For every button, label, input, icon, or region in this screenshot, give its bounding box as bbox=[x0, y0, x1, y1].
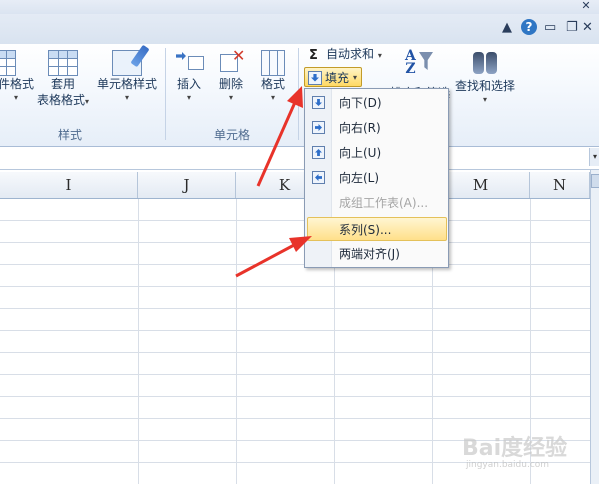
conditional-format-label: 件格式 bbox=[0, 77, 34, 91]
menu-item-fill-left[interactable]: 向左(L) bbox=[306, 166, 447, 190]
cell-styles-label: 单元格样式 bbox=[96, 77, 157, 91]
insert-icon bbox=[174, 48, 204, 76]
title-bar: ✕ bbox=[0, 0, 599, 14]
menu-item-label: 向左(L) bbox=[339, 171, 380, 185]
menu-item-label: 两端对齐(J) bbox=[339, 247, 400, 261]
format-cells-button[interactable]: 格式 ▾ bbox=[256, 48, 290, 104]
group-separator bbox=[165, 48, 166, 140]
fill-right-icon bbox=[312, 121, 325, 134]
conditional-format-icon bbox=[0, 50, 16, 76]
chevron-down-icon: ▾ bbox=[124, 93, 129, 102]
find-select-label: 查找和选择 bbox=[454, 79, 515, 93]
formula-bar[interactable] bbox=[0, 147, 599, 170]
minimize-ribbon-icon[interactable]: ▲ bbox=[502, 20, 512, 36]
menu-item-justify[interactable]: 两端对齐(J) bbox=[306, 242, 447, 266]
menu-item-label: 向右(R) bbox=[339, 121, 381, 135]
cell-styles-icon bbox=[112, 50, 142, 76]
baidu-watermark: Bai度经验 jingyan.baidu.com bbox=[462, 430, 594, 480]
grid-line bbox=[138, 199, 139, 484]
menu-item-series[interactable]: 系列(S)... bbox=[307, 217, 447, 241]
menu-item-fill-up[interactable]: 向上(U) bbox=[306, 141, 447, 165]
fill-button[interactable]: 填充 ▾ bbox=[304, 67, 362, 87]
column-header-j[interactable]: J bbox=[138, 172, 236, 198]
column-header-i[interactable]: I bbox=[0, 172, 138, 198]
fill-label: 填充 bbox=[325, 71, 350, 85]
menu-item-label: 系列(S)... bbox=[339, 223, 392, 237]
menu-item-label: 向上(U) bbox=[339, 146, 382, 160]
format-as-table-button[interactable]: 套用 表格格式▾ bbox=[34, 50, 92, 108]
chevron-down-icon: ▾ bbox=[13, 93, 18, 102]
chevron-down-icon: ▾ bbox=[85, 97, 90, 106]
chevron-down-icon: ▾ bbox=[270, 93, 275, 102]
chevron-down-icon: ▾ bbox=[228, 93, 233, 102]
format-as-table-label-line2: 表格格式 bbox=[36, 93, 85, 107]
conditional-format-button[interactable]: 件格式 ▾ bbox=[0, 50, 36, 104]
close-window-button[interactable]: ✕ bbox=[578, 0, 594, 12]
menu-item-fill-down[interactable]: 向下(D) bbox=[306, 91, 447, 115]
insert-cells-button[interactable]: 插入 ▾ bbox=[172, 48, 206, 104]
insert-label: 插入 bbox=[176, 77, 201, 91]
menu-item-label: 向下(D) bbox=[339, 96, 382, 110]
cell-styles-button[interactable]: 单元格样式 ▾ bbox=[95, 50, 159, 104]
scrollbar-thumb[interactable] bbox=[591, 174, 599, 188]
sort-filter-button[interactable]: AZ bbox=[398, 48, 438, 78]
fill-left-icon bbox=[312, 171, 325, 184]
format-icon bbox=[258, 48, 288, 76]
sort-filter-icon: AZ bbox=[403, 48, 433, 78]
restore-down-icon[interactable]: ❐ bbox=[566, 20, 578, 36]
delete-icon: ✕ bbox=[216, 48, 246, 76]
help-icon[interactable]: ? bbox=[521, 19, 537, 35]
autosum-label: 自动求和 bbox=[326, 47, 375, 61]
format-as-table-label-line1: 套用 bbox=[50, 77, 75, 91]
menu-item-across-worksheets: 成组工作表(A)... bbox=[306, 191, 447, 215]
chevron-down-icon: ▾ bbox=[482, 95, 487, 104]
watermark-text: Bai度经验 bbox=[462, 436, 568, 461]
watermark-url: jingyan.baidu.com bbox=[466, 460, 550, 470]
fill-dropdown-menu: 向下(D) 向右(R) 向上(U) 向左(L) 成组工作表(A)... 系列(S… bbox=[304, 88, 449, 268]
delete-cells-button[interactable]: ✕ 删除 ▾ bbox=[214, 48, 248, 104]
menu-item-fill-right[interactable]: 向右(R) bbox=[306, 116, 447, 140]
autosum-button[interactable]: 自动求和 ▾ bbox=[326, 45, 382, 63]
close-workbook-icon[interactable]: ✕ bbox=[582, 20, 593, 36]
chevron-down-icon: ▾ bbox=[353, 73, 358, 82]
fill-down-icon bbox=[308, 70, 322, 85]
restore-window-icon[interactable]: ▭ bbox=[544, 20, 556, 36]
find-select-button[interactable]: 查找和选择 ▾ bbox=[452, 48, 518, 106]
group-separator bbox=[298, 48, 299, 140]
binoculars-icon bbox=[470, 48, 500, 78]
formula-expand-icon[interactable]: ▾ bbox=[589, 148, 599, 166]
format-label: 格式 bbox=[260, 77, 285, 91]
chevron-down-icon: ▾ bbox=[186, 93, 191, 102]
autosum-icon: Σ bbox=[309, 48, 318, 63]
format-as-table-icon bbox=[48, 50, 78, 76]
ribbon: 件格式 ▾ 套用 表格格式▾ 单元格样式 ▾ 样式 插入 ▾ ✕ 删除 ▾ 格式… bbox=[0, 44, 599, 147]
styles-group-label: 样式 bbox=[57, 128, 82, 142]
cells-group-label: 单元格 bbox=[213, 128, 250, 142]
delete-label: 删除 bbox=[218, 77, 243, 91]
column-header-row: I J K L M N bbox=[0, 172, 590, 199]
fill-down-icon bbox=[312, 96, 325, 109]
column-header-n[interactable]: N bbox=[530, 172, 590, 198]
fill-up-icon bbox=[312, 146, 325, 159]
grid-line bbox=[236, 199, 237, 484]
chevron-down-icon: ▾ bbox=[377, 51, 382, 60]
menu-item-label: 成组工作表(A)... bbox=[339, 196, 429, 210]
